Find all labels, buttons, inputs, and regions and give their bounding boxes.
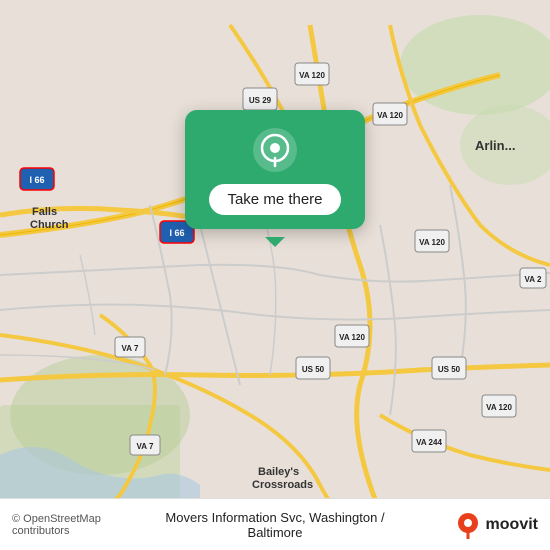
- svg-text:US 29: US 29: [249, 96, 272, 105]
- location-label: Movers Information Svc, Washington / Bal…: [165, 510, 384, 540]
- svg-text:VA 120: VA 120: [419, 238, 445, 247]
- location-pin-icon: [253, 128, 297, 172]
- svg-text:VA 120: VA 120: [486, 403, 512, 412]
- svg-text:Falls: Falls: [32, 206, 57, 218]
- copyright-text: © OpenStreetMap contributors: [12, 513, 144, 537]
- bottom-bar: © OpenStreetMap contributors Movers Info…: [0, 498, 550, 550]
- svg-text:US 50: US 50: [438, 365, 461, 374]
- moovit-logo-icon: [454, 511, 482, 539]
- svg-text:VA 244: VA 244: [416, 438, 442, 447]
- svg-text:Arlin...: Arlin...: [475, 138, 515, 153]
- svg-text:Bailey's: Bailey's: [258, 466, 299, 478]
- svg-text:Crossroads: Crossroads: [252, 479, 313, 491]
- svg-text:US 50: US 50: [302, 365, 325, 374]
- attribution-label: © OpenStreetMap contributors: [12, 513, 101, 537]
- svg-text:VA 2: VA 2: [525, 275, 542, 284]
- popup-card: Take me there: [185, 110, 365, 229]
- svg-text:I 66: I 66: [169, 228, 184, 238]
- svg-text:Church: Church: [30, 219, 69, 231]
- svg-text:VA 120: VA 120: [299, 71, 325, 80]
- svg-text:I 66: I 66: [29, 175, 44, 185]
- map-container: I 66 I 66 US 29 VA 120 VA 120 VA 120 VA …: [0, 0, 550, 550]
- take-me-there-button[interactable]: Take me there: [209, 184, 340, 215]
- svg-text:VA 7: VA 7: [137, 442, 154, 451]
- moovit-logo-text: moovit: [486, 516, 538, 534]
- location-info-text: Movers Information Svc, Washington / Bal…: [144, 510, 407, 540]
- svg-text:VA 120: VA 120: [377, 111, 403, 120]
- moovit-logo: moovit: [407, 511, 539, 539]
- svg-text:VA 120: VA 120: [339, 333, 365, 342]
- svg-text:VA 7: VA 7: [122, 344, 139, 353]
